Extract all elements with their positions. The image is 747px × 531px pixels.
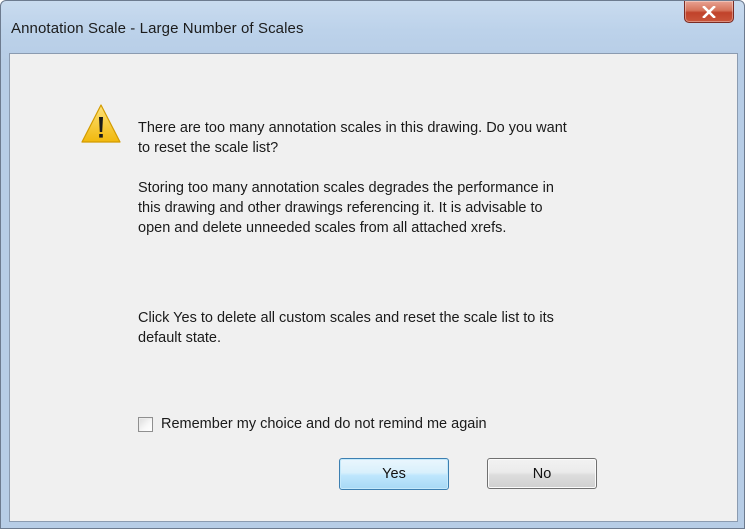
remember-choice-checkbox[interactable]: Remember my choice and do not remind me … xyxy=(138,416,487,432)
warning-icon xyxy=(81,104,121,143)
yes-button[interactable]: Yes xyxy=(339,458,449,490)
question-text: There are too many annotation scales in … xyxy=(138,120,567,156)
remember-choice-label[interactable]: Remember my choice and do not remind me … xyxy=(161,416,487,432)
close-icon xyxy=(702,5,716,18)
dialog-body: There are too many annotation scales in … xyxy=(9,53,738,522)
instruction-text: Click Yes to delete all custom scales an… xyxy=(138,310,554,346)
close-button[interactable] xyxy=(684,1,734,23)
dialog-window: Annotation Scale - Large Number of Scale… xyxy=(0,0,745,529)
detail-text: Storing too many annotation scales degra… xyxy=(138,180,554,236)
title-bar[interactable]: Annotation Scale - Large Number of Scale… xyxy=(1,1,744,53)
window-title: Annotation Scale - Large Number of Scale… xyxy=(11,20,304,37)
checkbox-box[interactable] xyxy=(138,416,153,432)
no-button[interactable]: No xyxy=(487,458,597,489)
